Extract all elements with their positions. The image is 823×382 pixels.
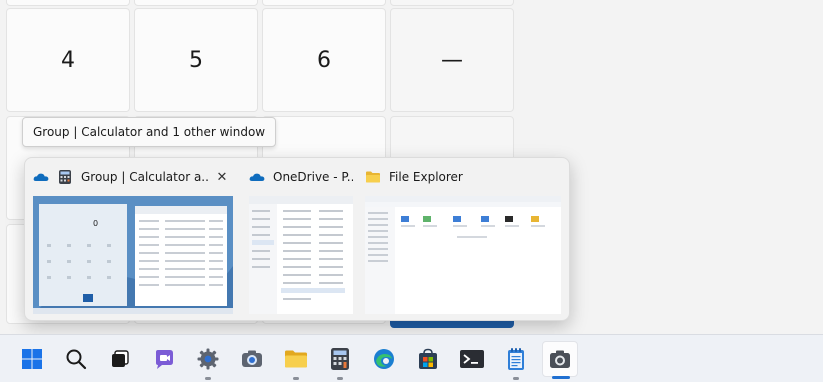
calc-key-top-row[interactable] <box>134 0 258 6</box>
thumbnail-title: Group | Calculator a... <box>81 170 209 184</box>
taskbar-tooltip: Group | Calculator and 1 other window <box>22 117 277 147</box>
start-button[interactable] <box>14 341 50 377</box>
taskbar-terminal[interactable] <box>454 341 490 377</box>
thumbnail-preview-onedrive <box>249 196 353 314</box>
preview-calc-display: 0 <box>93 219 98 228</box>
search-button[interactable] <box>58 341 94 377</box>
thumbnail-title: OneDrive - P... <box>273 170 353 184</box>
calc-key-6[interactable]: 6 <box>262 8 386 112</box>
taskbar-edge[interactable] <box>366 341 402 377</box>
taskbar-camera[interactable] <box>234 341 270 377</box>
calc-key-top-row[interactable] <box>6 0 130 6</box>
calculator-icon <box>331 348 349 370</box>
edge-icon <box>374 349 394 369</box>
taskbar-settings[interactable] <box>190 341 226 380</box>
file-explorer-icon <box>285 350 307 368</box>
task-view-button[interactable] <box>102 341 138 377</box>
calc-key-top-row[interactable] <box>390 0 514 6</box>
taskbar-store[interactable] <box>410 341 446 377</box>
taskbar-snipping-tool[interactable] <box>542 341 578 379</box>
thumbnail-header: OneDrive - P... <box>249 166 353 188</box>
taskbar-notepad[interactable] <box>498 341 534 380</box>
search-icon <box>66 349 87 370</box>
chat-icon <box>156 350 173 369</box>
taskbar-calculator[interactable] <box>322 341 358 380</box>
calc-key-top-row[interactable] <box>262 0 386 6</box>
taskbar-thumbnail-flyout: Group | Calculator a... ✕ 0 OneDrive - P… <box>24 157 570 321</box>
calculator-icon <box>59 170 71 184</box>
start-icon <box>22 349 42 369</box>
thumbnail-title: File Explorer <box>389 170 463 184</box>
task-view-icon <box>112 350 129 367</box>
notepad-icon <box>508 348 524 370</box>
settings-icon <box>197 348 219 370</box>
taskbar <box>0 334 823 382</box>
taskbar-file-explorer[interactable] <box>278 341 314 380</box>
thumbnail-preview-group: 0 <box>33 196 233 314</box>
chat-button[interactable] <box>146 341 182 377</box>
running-indicator <box>513 377 519 380</box>
snipping-tool-icon <box>550 350 570 368</box>
onedrive-icon <box>249 173 265 181</box>
calc-key-4[interactable]: 4 <box>6 8 130 112</box>
thumbnail-preview-file-explorer <box>365 196 561 314</box>
thumbnail-header: File Explorer <box>365 166 561 188</box>
camera-app-icon <box>242 350 262 367</box>
calc-key-5[interactable]: 5 <box>134 8 258 112</box>
onedrive-icon <box>33 173 49 181</box>
running-indicator <box>337 377 343 380</box>
calc-key-minus[interactable]: — <box>390 8 514 112</box>
running-indicator <box>205 377 211 380</box>
terminal-icon <box>460 350 484 368</box>
active-indicator <box>552 376 570 379</box>
thumbnail-header: Group | Calculator a... <box>33 166 209 188</box>
close-window-button[interactable]: ✕ <box>213 168 231 186</box>
folder-icon <box>366 171 380 183</box>
microsoft-store-icon <box>419 348 437 369</box>
running-indicator <box>293 377 299 380</box>
